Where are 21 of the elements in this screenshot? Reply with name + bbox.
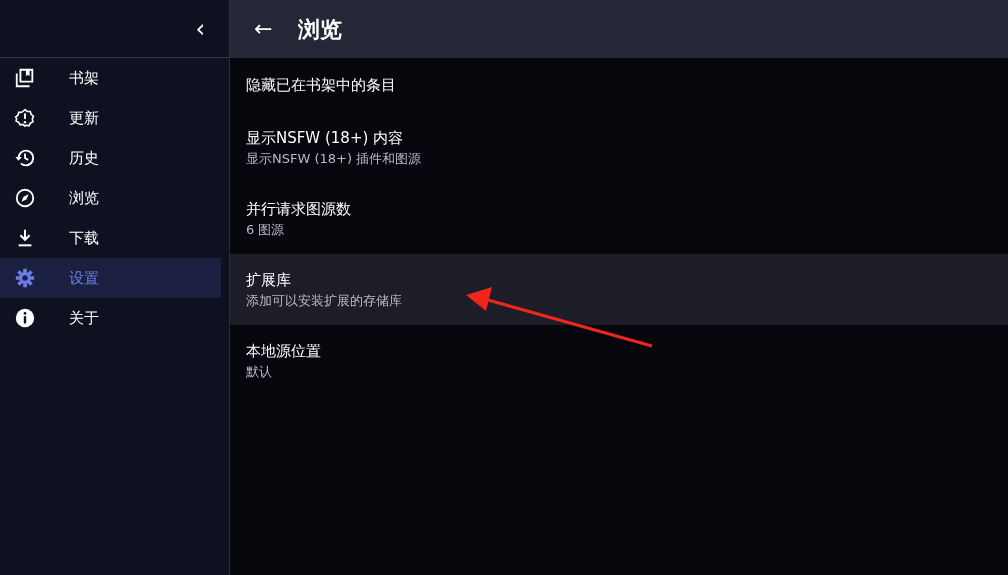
sidebar-item[interactable]: 更新 xyxy=(0,98,221,138)
setting-row[interactable]: 隐藏已在书架中的条目 xyxy=(230,58,1008,112)
setting-row[interactable]: 并行请求图源数 6 图源 xyxy=(230,183,1008,254)
setting-row[interactable]: 本地源位置 默认 xyxy=(230,325,1008,396)
sidebar-item[interactable]: 下载 xyxy=(0,218,221,258)
alert-badge-icon xyxy=(14,107,36,129)
setting-row[interactable]: 扩展库 添加可以安装扩展的存储库 xyxy=(230,254,1008,325)
sidebar-item[interactable]: 历史 xyxy=(0,138,221,178)
book-stack-icon xyxy=(14,67,36,89)
sidebar-item[interactable]: 浏览 xyxy=(0,178,221,218)
history-icon xyxy=(14,147,36,169)
compass-icon xyxy=(14,187,36,209)
sidebar-item[interactable]: 书架 xyxy=(0,58,221,98)
setting-row[interactable]: 显示NSFW (18+) 内容 显示NSFW (18+) 插件和图源 xyxy=(230,112,1008,183)
settings-icon xyxy=(14,267,36,289)
page-title: 浏览 xyxy=(298,15,343,44)
back-button[interactable]: ← xyxy=(250,18,277,40)
collapse-button[interactable]: ‹ xyxy=(191,16,209,41)
sidebar-item[interactable]: 关于 xyxy=(0,298,221,338)
info-icon xyxy=(14,307,36,329)
sidebar-item[interactable]: 设置 xyxy=(0,258,221,298)
